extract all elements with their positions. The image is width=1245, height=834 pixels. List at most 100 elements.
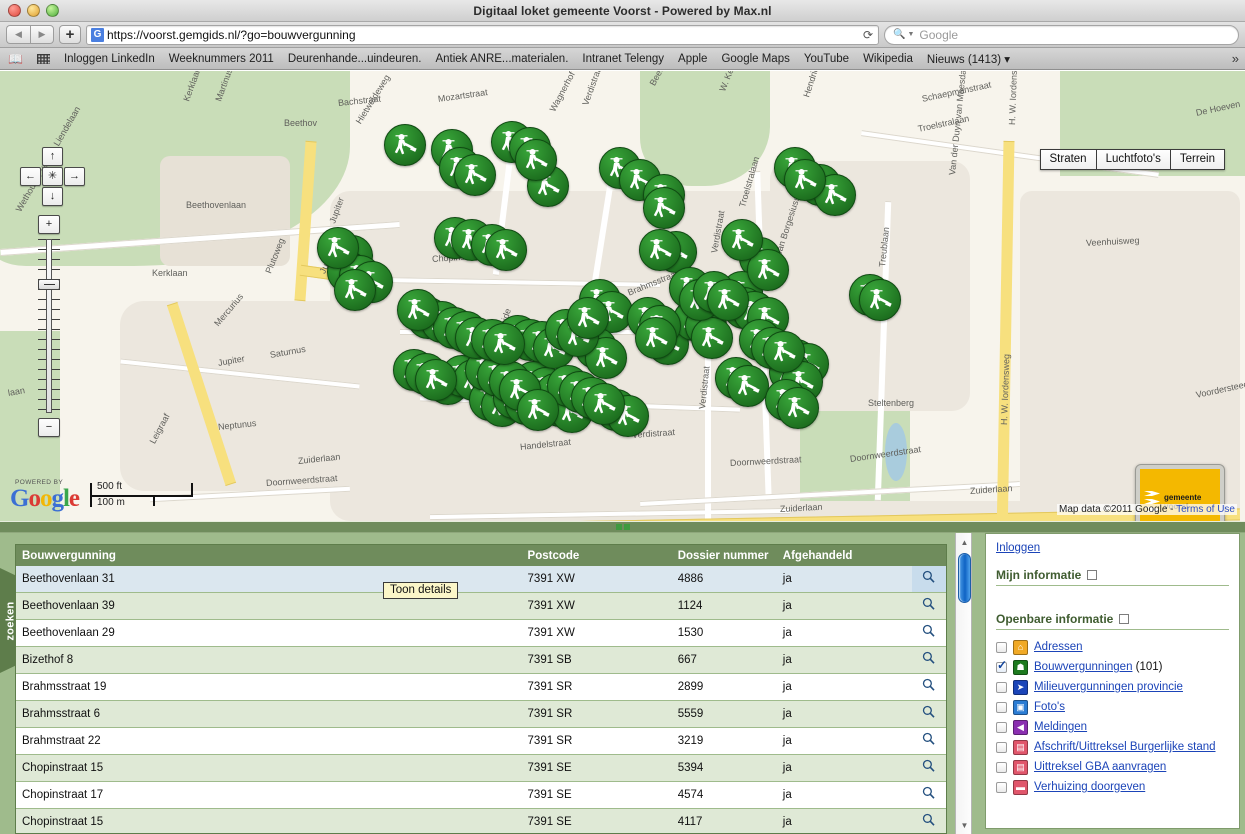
map-marker-bouwvergunning[interactable]	[635, 317, 677, 359]
magnifier-icon[interactable]	[922, 731, 936, 751]
scrollbar-thumb[interactable]	[958, 553, 971, 603]
magnifier-icon[interactable]	[922, 650, 936, 670]
layer-link[interactable]: Uittreksel GBA aanvragen	[1034, 761, 1166, 773]
search-input[interactable]: 🔍 ▼ Google	[884, 24, 1239, 45]
cell-details-action[interactable]	[911, 646, 946, 674]
openbare-informatie-checkbox[interactable]	[1119, 614, 1130, 624]
address-bar[interactable]: G https://voorst.gemgids.nl/?go=bouwverg…	[86, 24, 879, 45]
close-window-button[interactable]	[8, 4, 21, 17]
column-header-dossier[interactable]: Dossier nummer	[671, 545, 777, 566]
layer-checkbox[interactable]	[996, 742, 1007, 753]
bookmark-7[interactable]: YouTube	[804, 53, 849, 65]
scroll-up-arrow-icon[interactable]: ▲	[956, 534, 973, 550]
cell-details-action[interactable]	[911, 592, 946, 620]
layer-checkbox[interactable]	[996, 642, 1007, 653]
forward-arrow-icon[interactable]: ▶	[30, 25, 54, 44]
chevron-down-icon[interactable]: ▼	[907, 31, 914, 38]
column-header-bouwvergunning[interactable]: Bouwvergunning	[16, 545, 522, 566]
map-marker-bouwvergunning[interactable]	[859, 279, 901, 321]
zoom-slider-thumb[interactable]	[38, 279, 60, 290]
map-marker-bouwvergunning[interactable]	[515, 139, 557, 181]
resize-handle-icon[interactable]	[615, 524, 630, 530]
map-view[interactable]: Bachstraat Mozartstraat Beethov Wagnerhof Ve…	[0, 71, 1245, 521]
cell-details-action[interactable]	[911, 619, 946, 647]
grid-icon[interactable]	[36, 53, 50, 64]
bookmark-9[interactable]: Nieuws (1413) ▾	[927, 52, 1010, 66]
scroll-down-arrow-icon[interactable]: ▼	[956, 817, 973, 833]
layer-link[interactable]: Bouwvergunningen	[1034, 661, 1132, 673]
layer-checkbox[interactable]	[996, 782, 1007, 793]
table-row[interactable]: Brahmstraat 22 7391 SR 3219 ja	[16, 727, 946, 755]
cell-details-action[interactable]	[911, 727, 946, 755]
map-marker-bouwvergunning[interactable]	[415, 359, 457, 401]
table-row[interactable]: Brahmsstraat 6 7391 SR 5559 ja	[16, 700, 946, 728]
layer-row[interactable]: ⌂ Adressen	[996, 640, 1229, 655]
bookmark-6[interactable]: Google Maps	[721, 53, 789, 65]
bookmark-4[interactable]: Intranet Telengy	[582, 53, 664, 65]
inloggen-link[interactable]: Inloggen	[996, 542, 1229, 554]
map-marker-bouwvergunning[interactable]	[583, 383, 625, 425]
layer-link[interactable]: Milieuvergunningen provincie	[1034, 681, 1183, 693]
recenter-button[interactable]: ✳	[42, 167, 63, 186]
terms-of-use-link[interactable]: Terms of Use	[1176, 504, 1235, 515]
cell-details-action[interactable]	[911, 566, 946, 593]
pan-right-button[interactable]: →	[64, 167, 85, 186]
table-row[interactable]: Brahmsstraat 19 7391 SR 2899 ja	[16, 673, 946, 701]
map-marker-bouwvergunning[interactable]	[727, 365, 769, 407]
back-arrow-icon[interactable]: ◀	[6, 25, 30, 44]
map-marker-bouwvergunning[interactable]	[707, 279, 749, 321]
magnifier-icon[interactable]	[922, 812, 936, 832]
layer-link[interactable]: Adressen	[1034, 641, 1083, 653]
layer-row[interactable]: ➤ Milieuvergunningen provincie	[996, 680, 1229, 695]
cell-details-action[interactable]	[911, 808, 946, 833]
map-marker-bouwvergunning[interactable]	[384, 124, 426, 166]
map-type-terrein[interactable]: Terrein	[1170, 149, 1225, 171]
cell-details-action[interactable]	[911, 781, 946, 809]
map-pan-control[interactable]: ↑ ← ✳ → ↓	[14, 147, 90, 223]
magnifier-icon[interactable]	[922, 569, 936, 589]
bookmark-5[interactable]: Apple	[678, 53, 707, 65]
map-marker-bouwvergunning[interactable]	[485, 229, 527, 271]
map-marker-bouwvergunning[interactable]	[317, 227, 359, 269]
table-row[interactable]: Beethovenlaan 31 7391 XW 4886 ja	[16, 566, 946, 593]
cell-details-action[interactable]	[911, 700, 946, 728]
zoom-in-button[interactable]: +	[38, 215, 60, 234]
bookmark-2[interactable]: Deurenhande...uindeuren.	[288, 53, 422, 65]
column-header-afgehandeld[interactable]: Afgehandeld	[776, 545, 912, 566]
layer-checkbox[interactable]	[996, 659, 1007, 673]
map-marker-bouwvergunning[interactable]	[643, 187, 685, 229]
layer-checkbox[interactable]	[996, 682, 1007, 693]
map-marker-bouwvergunning[interactable]	[691, 317, 733, 359]
bookmark-3[interactable]: Antiek ANRE...materialen.	[435, 53, 568, 65]
zoom-out-button[interactable]: −	[38, 418, 60, 437]
map-type-switcher[interactable]: Straten Luchtfoto's Terrein	[1039, 149, 1225, 171]
table-row[interactable]: Chopinstraat 15 7391 SE 5394 ja	[16, 754, 946, 782]
map-marker-bouwvergunning[interactable]	[763, 331, 805, 373]
magnifier-icon[interactable]	[922, 785, 936, 805]
panel-splitter[interactable]	[0, 521, 1245, 533]
layer-link[interactable]: Foto's	[1034, 701, 1065, 713]
layer-row[interactable]: ☗ Bouwvergunningen (101)	[996, 659, 1229, 675]
layer-row[interactable]: ▬ Verhuizing doorgeven	[996, 780, 1229, 795]
layer-link[interactable]: Afschrift/Uittreksel Burgerlijke stand	[1034, 741, 1216, 753]
map-type-straten[interactable]: Straten	[1039, 149, 1097, 171]
layer-checkbox[interactable]	[996, 702, 1007, 713]
bookmarks-overflow-icon[interactable]: »	[1232, 51, 1239, 66]
map-marker-bouwvergunning[interactable]	[454, 154, 496, 196]
map-canvas[interactable]: Bachstraat Mozartstraat Beethov Wagnerhof Ve…	[0, 71, 1245, 521]
new-tab-button[interactable]: +	[59, 25, 81, 44]
navigation-buttons[interactable]: ◀ ▶	[6, 25, 54, 44]
map-marker-bouwvergunning[interactable]	[721, 219, 763, 261]
table-row[interactable]: Chopinstraat 17 7391 SE 4574 ja	[16, 781, 946, 809]
table-row[interactable]: Beethovenlaan 29 7391 XW 1530 ja	[16, 619, 946, 647]
magnifier-icon[interactable]	[922, 758, 936, 778]
minimize-window-button[interactable]	[27, 4, 40, 17]
book-icon[interactable]: 📖	[8, 52, 23, 66]
map-marker-bouwvergunning[interactable]	[483, 323, 525, 365]
zoom-window-button[interactable]	[46, 4, 59, 17]
table-row[interactable]: Bizethof 8 7391 SB 667 ja	[16, 646, 946, 674]
table-row[interactable]: Chopinstraat 15 7391 SE 4117 ja	[16, 808, 946, 833]
pan-up-button[interactable]: ↑	[42, 147, 63, 166]
cell-details-action[interactable]	[911, 673, 946, 701]
window-controls[interactable]	[8, 4, 59, 17]
